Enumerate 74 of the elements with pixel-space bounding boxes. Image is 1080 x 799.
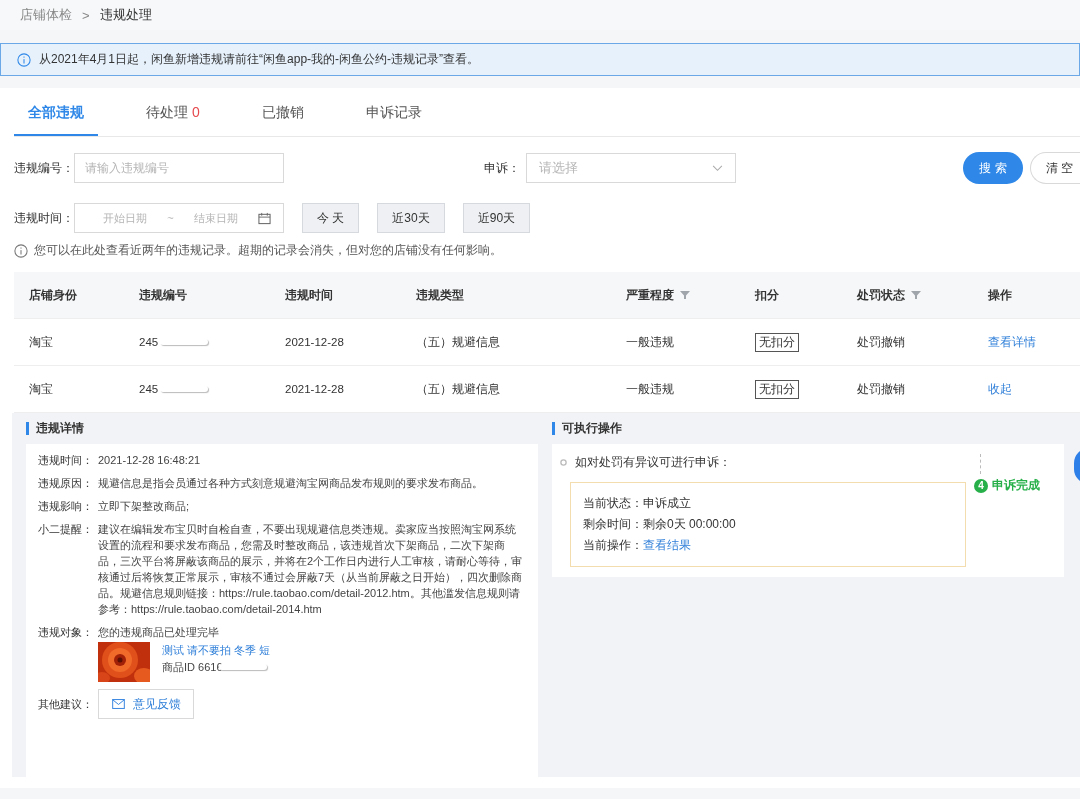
detail-label: 违规原因： [38, 476, 94, 491]
column-header: 处罚状态 [857, 287, 905, 303]
table-cell: 处罚撤销 [857, 334, 905, 350]
table-cell: 淘宝 [29, 381, 53, 397]
filter-icon[interactable] [680, 290, 690, 300]
field-label: 违规编号： [14, 160, 74, 176]
quick-range-button[interactable]: 近30天 [377, 203, 445, 233]
table-cell: 245 [139, 383, 159, 395]
action-link[interactable]: 收起 [988, 381, 1012, 397]
deduction-tag: 无扣分 [755, 332, 799, 352]
table-cell: 一般违规 [626, 334, 674, 350]
table-cell: （五）规避信息 [416, 334, 500, 350]
table-cell: 2021-12-28 [285, 336, 344, 348]
status-value: 剩余0天 00:00:00 [643, 516, 736, 533]
detail-label: 其他建议： [38, 697, 94, 712]
column-header: 店铺身份 [29, 287, 77, 303]
table-cell: 处罚撤销 [857, 381, 905, 397]
breadcrumb-separator: > [82, 7, 90, 23]
table-cell: 2021-12-28 [285, 383, 344, 395]
table-cell: 淘宝 [29, 334, 53, 350]
product-link[interactable]: 测试 请不要拍 冬季 短 [162, 642, 271, 658]
feedback-button[interactable]: 意见反馈 [98, 689, 194, 719]
filter-icon[interactable] [911, 290, 921, 300]
column-header: 违规时间 [285, 287, 333, 303]
column-header: 违规编号 [139, 287, 187, 303]
hint-text: 您可以在此处查看近两年的违规记录。超期的记录会消失，但对您的店铺没有任何影响。 [34, 243, 502, 258]
table-cell: 245 [139, 336, 159, 348]
tab[interactable]: 申诉记录 [351, 104, 436, 136]
deduction-tag: 无扣分 [755, 379, 799, 399]
tab[interactable]: 已撤销 [247, 104, 318, 136]
quick-range-button[interactable]: 今 天 [302, 203, 360, 233]
section-title: 违规详情 [26, 422, 538, 435]
status-label: 剩余时间： [583, 516, 643, 533]
step-number: 4 [974, 478, 988, 493]
search-button[interactable]: 搜 索 [963, 152, 1023, 184]
field-label: 违规时间： [14, 210, 74, 226]
tab[interactable]: 全部违规 [14, 104, 98, 136]
detail-label: 违规影响： [38, 499, 94, 514]
detail-label: 违规对象： [38, 625, 94, 640]
detail-value: 2021-12-28 16:48:21 [98, 453, 202, 468]
mail-icon [111, 699, 125, 709]
section-title: 可执行操作 [552, 422, 1064, 435]
status-label: 当前操作： [583, 537, 643, 554]
detail-value: 建议在编辑发布宝贝时自检自查，不要出现规避信息类违规。卖家应当按照淘宝网系统设置的流程和要求发布商品，您需及时整改商品，该违规首次下架商品，二次下架商品，三次平台将屏蔽该商品的展示，并将在2个工作日内进行人工审核，请耐心等待，审核通过后将恢复正常展示，审核不通过会屏蔽7天（从当前屏蔽之日开始），四次删除商品。规避信息规则链接：https://rule.taobao.com/detail-2012.htm。其他滥发信息规则请参考：https://rule.taobao.com/detail-2014.htm [98, 522, 524, 617]
table-cell: 一般违规 [626, 381, 674, 397]
detail-value: 规避信息是指会员通过各种方式刻意规避淘宝网商品发布规则的要求发布商品。 [98, 476, 484, 491]
info-icon [14, 243, 28, 258]
field-label: 申诉： [484, 160, 520, 176]
timeline-dot-icon [560, 459, 567, 466]
quick-range-button[interactable]: 近90天 [462, 203, 531, 233]
notice-text: 从2021年4月1日起，闲鱼新增违规请前往“闲鱼app-我的-闲鱼公约-违规记录”查看。 [39, 51, 480, 68]
detail-label: 违规时间： [38, 453, 94, 468]
breadcrumb-item[interactable]: 店铺体检 [20, 6, 72, 24]
column-header: 严重程度 [626, 287, 674, 303]
calendar-icon [258, 211, 271, 225]
tab[interactable]: 待处理 0 [132, 104, 214, 136]
column-header: 违规类型 [416, 287, 464, 303]
detail-label: 小二提醒： [38, 522, 94, 537]
detail-value: 您的违规商品已处理完毕 [98, 626, 219, 638]
column-header: 扣分 [755, 287, 779, 303]
status-value: 申诉成立 [643, 495, 691, 512]
breadcrumb-item: 违规处理 [99, 6, 152, 24]
step-label: 申诉完成 [992, 477, 1040, 494]
column-header: 操作 [988, 287, 1012, 303]
violation-id-field[interactable]: 请输入违规编号 [74, 153, 284, 183]
table-cell: （五）规避信息 [416, 381, 500, 397]
clear-button[interactable]: 清 空 [1030, 152, 1080, 184]
status-label: 当前状态： [583, 495, 643, 512]
info-icon [17, 52, 31, 67]
detail-value: 立即下架整改商品; [98, 499, 191, 514]
result-link[interactable]: 查看结果 [643, 535, 691, 556]
action-link[interactable]: 查看详情 [988, 334, 1036, 350]
timeline-text: 如对处罚有异议可进行申诉： [575, 454, 731, 471]
chevron-down-icon [712, 164, 723, 172]
